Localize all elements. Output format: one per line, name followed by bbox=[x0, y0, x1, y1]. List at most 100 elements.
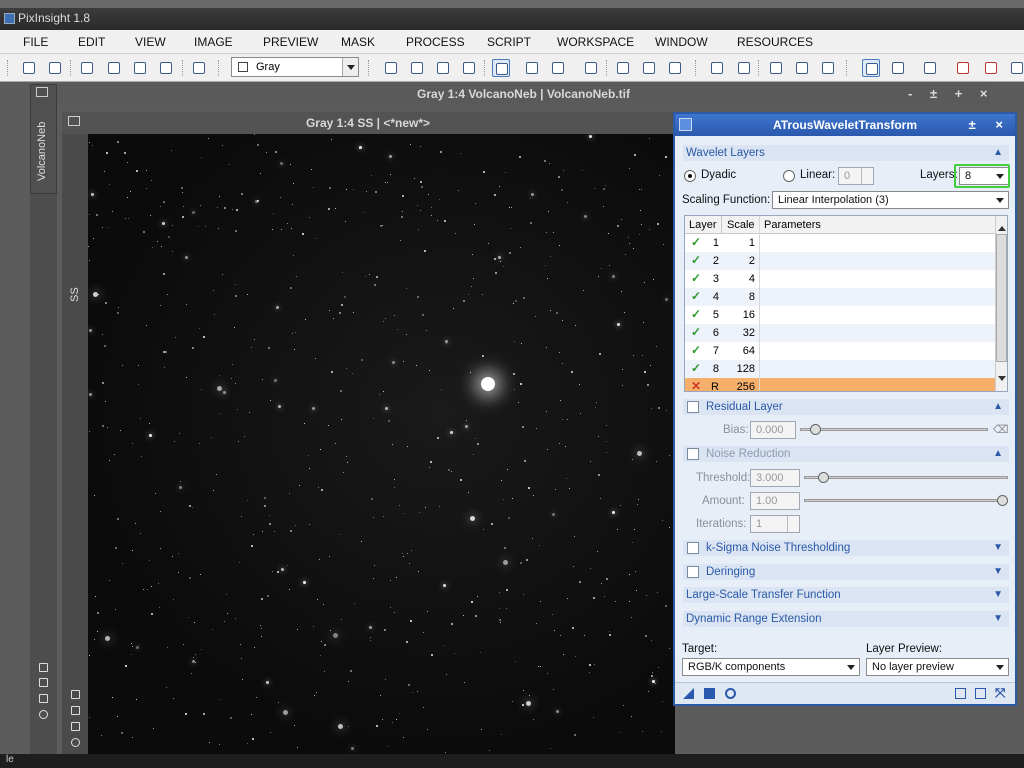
panel-titlebar[interactable]: ATrousWaveletTransform ± × bbox=[675, 114, 1015, 136]
undo-icon[interactable] bbox=[20, 59, 38, 77]
noise-reduction-checkbox[interactable] bbox=[687, 448, 699, 460]
column-header-parameters[interactable]: Parameters bbox=[764, 219, 821, 231]
dyadic-radio[interactable] bbox=[684, 170, 696, 182]
check-icon[interactable]: ✓ bbox=[691, 361, 701, 375]
clone-icon[interactable] bbox=[71, 722, 80, 731]
collapse-icon[interactable]: ▲ bbox=[993, 446, 1003, 462]
zoom-out-icon[interactable] bbox=[549, 59, 567, 77]
stf-auto-icon[interactable] bbox=[921, 59, 939, 77]
colorspace-select[interactable]: Gray bbox=[231, 57, 359, 77]
linear-spinbox[interactable]: 0 bbox=[838, 167, 874, 185]
mask-show-icon[interactable] bbox=[767, 59, 785, 77]
amount-field[interactable]: 1.00 bbox=[750, 492, 800, 510]
scroll-down-icon[interactable] bbox=[998, 376, 1006, 385]
identifier-icon[interactable] bbox=[71, 738, 80, 747]
process-explorer-icon[interactable] bbox=[708, 59, 726, 77]
stf-disable-icon[interactable] bbox=[982, 59, 1000, 77]
threshold-field[interactable]: 3.000 bbox=[750, 469, 800, 487]
reset-icon[interactable]: ⌫ bbox=[993, 423, 1009, 436]
menu-workspace[interactable]: WORKSPACE bbox=[557, 35, 634, 49]
new-preview-icon[interactable] bbox=[190, 59, 208, 77]
table-row[interactable]: ✓ 1 1 bbox=[685, 234, 995, 252]
bias-slider[interactable] bbox=[800, 424, 988, 436]
red-channel-icon[interactable] bbox=[408, 59, 426, 77]
section-wavelet-layers[interactable]: Wavelet Layers ▲ bbox=[683, 145, 1009, 161]
table-row[interactable]: ✓ 5 16 bbox=[685, 306, 995, 324]
residual-layer-checkbox[interactable] bbox=[687, 401, 699, 413]
expand-icon[interactable]: ▼ bbox=[993, 611, 1003, 627]
menu-image[interactable]: IMAGE bbox=[194, 35, 233, 49]
apply-global-icon[interactable] bbox=[725, 688, 736, 699]
section-ksigma-noise-thresholding[interactable]: k-Sigma Noise Thresholding ▼ bbox=[683, 540, 1009, 556]
menu-preview[interactable]: PREVIEW bbox=[263, 35, 318, 49]
fit-window-icon[interactable] bbox=[71, 690, 80, 699]
history-explorer-icon[interactable] bbox=[735, 59, 753, 77]
target-select[interactable]: RGB/K components bbox=[682, 658, 860, 676]
column-header-layer[interactable]: Layer bbox=[689, 219, 717, 231]
table-row[interactable]: ✓ 2 2 bbox=[685, 252, 995, 270]
browse-documentation-icon[interactable] bbox=[955, 688, 966, 699]
pan-mode-icon[interactable] bbox=[582, 59, 600, 77]
duplicate-image-icon[interactable] bbox=[105, 59, 123, 77]
slider-knob[interactable] bbox=[810, 424, 821, 435]
section-noise-reduction[interactable]: Noise Reduction ▲ bbox=[683, 446, 1009, 462]
cross-icon[interactable]: ✕ bbox=[691, 379, 701, 391]
table-row-selected[interactable]: ✕ R 256 bbox=[685, 378, 995, 391]
check-icon[interactable]: ✓ bbox=[691, 289, 701, 303]
window-controls[interactable]: - ± + × bbox=[908, 84, 994, 104]
side-tab-ss[interactable]: SS bbox=[69, 287, 81, 302]
check-icon[interactable]: ✓ bbox=[691, 253, 701, 267]
menu-window[interactable]: WINDOW bbox=[655, 35, 708, 49]
threshold-slider[interactable] bbox=[804, 472, 1008, 484]
shade-icon[interactable] bbox=[71, 706, 80, 715]
deringing-checkbox[interactable] bbox=[687, 566, 699, 578]
expand-icon[interactable]: ▼ bbox=[993, 564, 1003, 580]
stf-reset-icon[interactable] bbox=[954, 59, 972, 77]
spin-arrows-icon[interactable] bbox=[787, 516, 799, 532]
menu-edit[interactable]: EDIT bbox=[78, 35, 105, 49]
green-channel-icon[interactable] bbox=[434, 59, 452, 77]
star-field-image[interactable] bbox=[88, 134, 675, 754]
chevron-down-icon[interactable] bbox=[342, 58, 358, 76]
amount-slider[interactable] bbox=[804, 495, 1008, 507]
side-tab-volcanoneb[interactable]: VolcanoNeb bbox=[30, 84, 57, 194]
identifier-icon[interactable] bbox=[39, 710, 48, 719]
section-residual-layer[interactable]: Residual Layer ▲ bbox=[683, 399, 1009, 415]
section-large-scale-transfer-function[interactable]: Large-Scale Transfer Function ▼ bbox=[683, 587, 1009, 603]
menu-view[interactable]: VIEW bbox=[135, 35, 166, 49]
collapse-icon[interactable]: ▲ bbox=[993, 145, 1003, 161]
menu-script[interactable]: SCRIPT bbox=[487, 35, 531, 49]
section-dynamic-range-extension[interactable]: Dynamic Range Extension ▼ bbox=[683, 611, 1009, 627]
check-icon[interactable]: ✓ bbox=[691, 307, 701, 321]
ksigma-checkbox[interactable] bbox=[687, 542, 699, 554]
expand-icon[interactable]: ▼ bbox=[993, 587, 1003, 603]
section-deringing[interactable]: Deringing ▼ bbox=[683, 564, 1009, 580]
expand-icon[interactable]: ▼ bbox=[993, 540, 1003, 556]
new-image-icon[interactable] bbox=[78, 59, 96, 77]
mask-invert-icon[interactable] bbox=[793, 59, 811, 77]
new-instance-icon[interactable] bbox=[683, 688, 694, 699]
fit-window-icon[interactable] bbox=[39, 663, 48, 672]
iterations-spinbox[interactable]: 1 bbox=[750, 515, 800, 533]
column-header-scale[interactable]: Scale bbox=[727, 219, 755, 231]
apply-icon[interactable] bbox=[704, 688, 715, 699]
rgb-channel-icon[interactable] bbox=[382, 59, 400, 77]
mask-enable-icon[interactable] bbox=[819, 59, 837, 77]
shade-icon[interactable] bbox=[39, 678, 48, 687]
spin-arrows-icon[interactable] bbox=[861, 168, 873, 184]
bias-field[interactable]: 0.000 bbox=[750, 421, 796, 439]
table-row[interactable]: ✓ 3 4 bbox=[685, 270, 995, 288]
readout-mode-icon[interactable] bbox=[492, 59, 510, 77]
panel-window-controls[interactable]: ± × bbox=[969, 114, 1011, 136]
slider-knob[interactable] bbox=[997, 495, 1008, 506]
scroll-up-icon[interactable] bbox=[998, 222, 1006, 231]
menu-file[interactable]: FILE bbox=[23, 35, 48, 49]
linear-radio[interactable] bbox=[783, 170, 795, 182]
24bit-lut-icon[interactable] bbox=[889, 59, 907, 77]
table-row[interactable]: ✓ 8 128 bbox=[685, 360, 995, 378]
track-view-icon[interactable] bbox=[975, 688, 986, 699]
table-row[interactable]: ✓ 4 8 bbox=[685, 288, 995, 306]
table-row[interactable]: ✓ 7 64 bbox=[685, 342, 995, 360]
layer-preview-select[interactable]: No layer preview bbox=[866, 658, 1009, 676]
paste-image-icon[interactable] bbox=[157, 59, 175, 77]
